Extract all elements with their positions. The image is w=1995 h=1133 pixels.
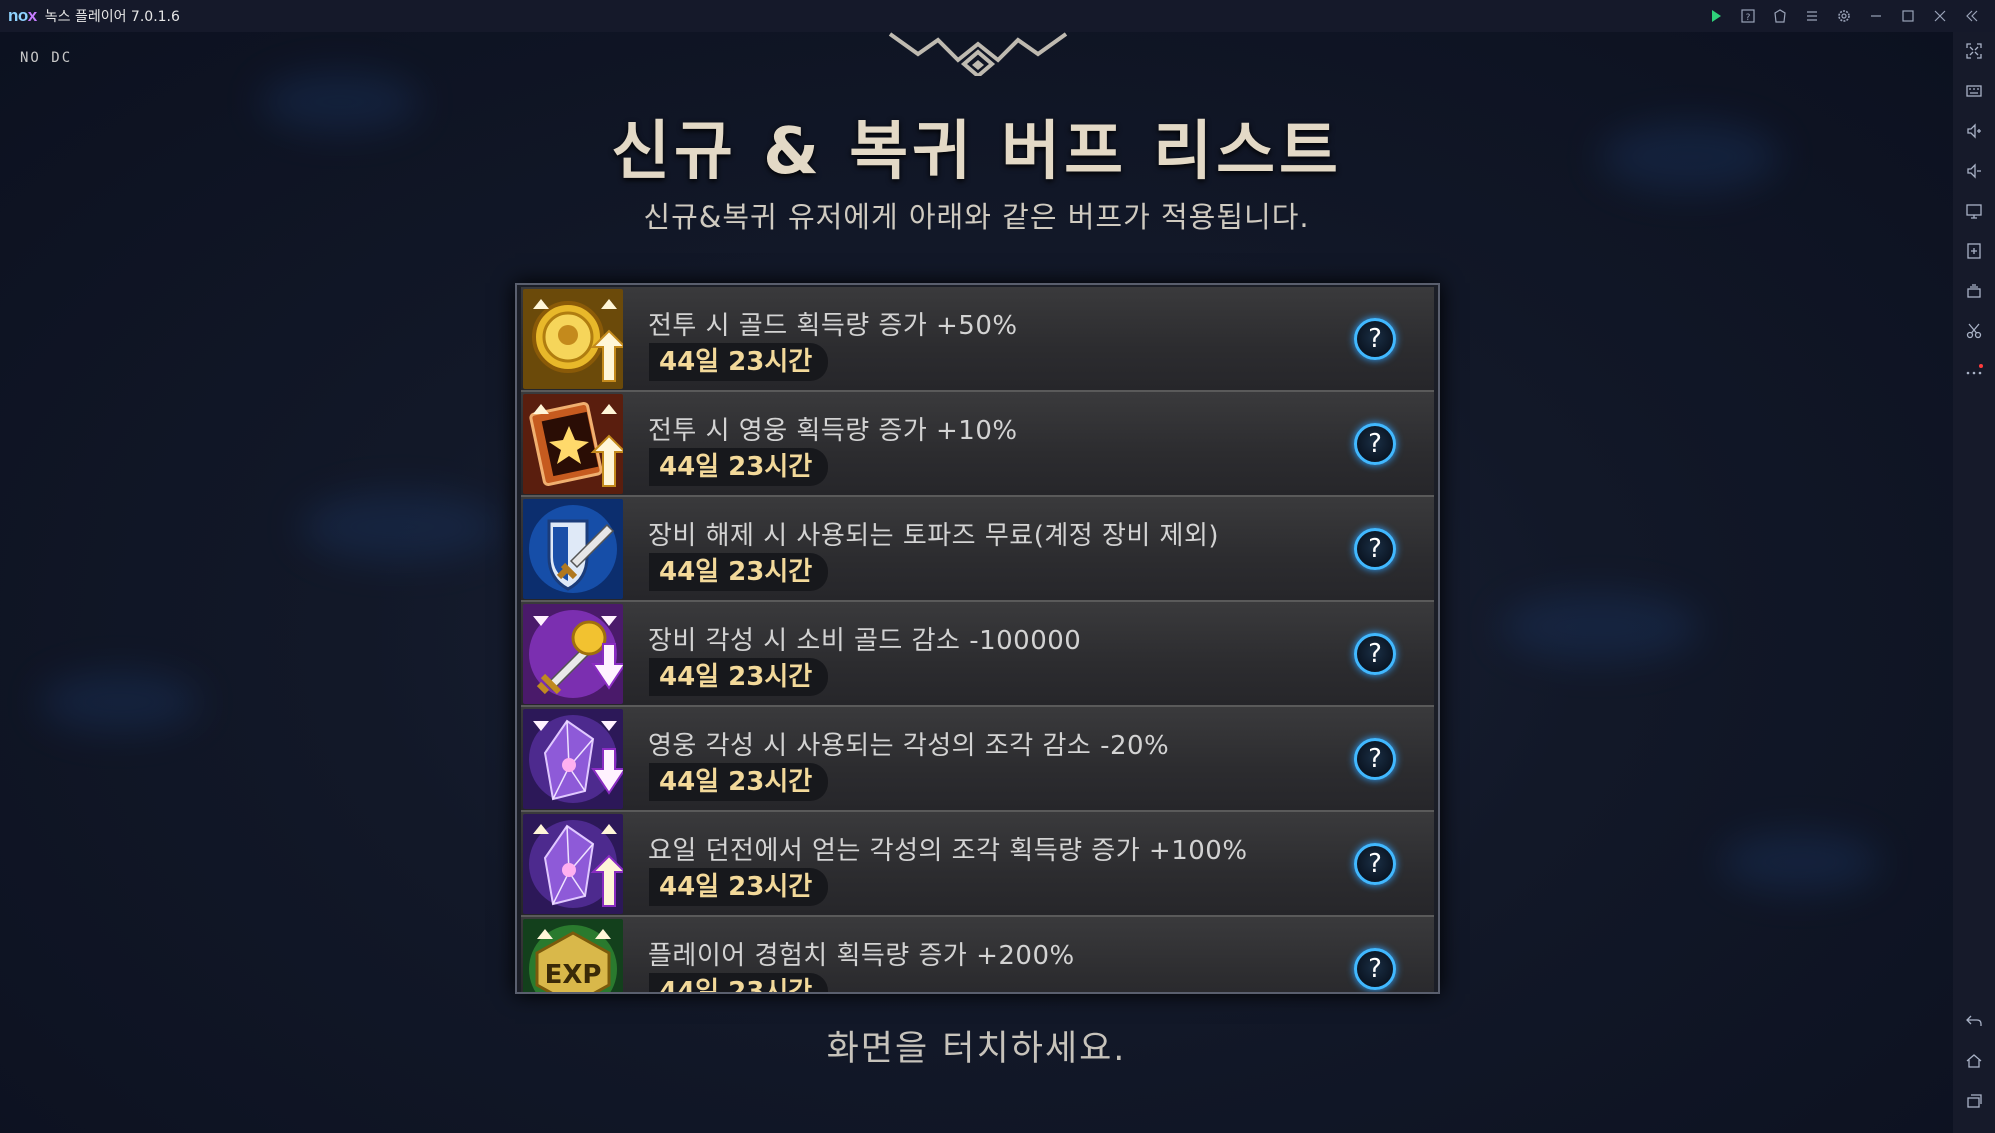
help-button[interactable]: ? (1354, 948, 1396, 990)
multi-instance-icon[interactable] (1964, 281, 1984, 301)
back-icon[interactable] (1964, 1011, 1984, 1031)
buff-timer: 44일 23시간 (649, 973, 829, 992)
screen-icon[interactable] (1964, 201, 1984, 221)
help-button[interactable]: ? (1354, 318, 1396, 360)
buff-description: 영웅 각성 시 사용되는 각성의 조각 감소 -20% (648, 731, 1170, 761)
add-apk-icon[interactable] (1964, 241, 1984, 261)
buff-description: 전투 시 골드 획득량 증가 +50% (648, 311, 1018, 341)
home-icon[interactable] (1964, 1051, 1984, 1071)
background-glow (40, 672, 200, 732)
play-icon[interactable] (1707, 7, 1725, 25)
help-icon[interactable]: ? (1739, 7, 1757, 25)
menu-icon[interactable] (1803, 7, 1821, 25)
settings-icon[interactable] (1835, 7, 1853, 25)
volume-down-icon[interactable] (1964, 161, 1984, 181)
keyboard-icon[interactable] (1964, 81, 1984, 101)
background-glow (1720, 832, 1880, 892)
fullscreen-icon[interactable] (1964, 41, 1984, 61)
shield-sword-icon (523, 499, 623, 599)
hero-card-up-icon (523, 394, 623, 494)
crystal-down-icon (523, 709, 623, 809)
buff-row: 요일 던전에서 얻는 각성의 조각 획득량 증가 +100% 44일 23시간 … (521, 812, 1434, 917)
background-glow (300, 492, 500, 562)
help-button[interactable]: ? (1354, 423, 1396, 465)
buff-description: 장비 해제 시 사용되는 토파즈 무료(계정 장비 제외) (648, 521, 1220, 551)
ornament-icon (888, 32, 1068, 76)
sword-coin-down-icon (523, 604, 623, 704)
minimize-icon[interactable] (1867, 7, 1885, 25)
help-button[interactable]: ? (1354, 738, 1396, 780)
svg-text:EXP: EXP (545, 960, 602, 990)
buff-row: EXP 플레이어 경험치 획득량 증가 +200% 44일 23시간 ? (521, 917, 1434, 992)
window-title-bar: nox 녹스 플레이어 7.0.1.6 ? (0, 0, 1995, 32)
page-subtitle: 신규&복귀 유저에게 아래와 같은 버프가 적용됩니다. (643, 200, 1310, 234)
corner-label: NO DC (20, 50, 73, 66)
crystal-up-icon (523, 814, 623, 914)
buff-list: 전투 시 골드 획득량 증가 +50% 44일 23시간 ? 전투 시 영웅 획… (521, 287, 1434, 992)
close-icon[interactable] (1931, 7, 1949, 25)
gold-coin-up-icon (523, 289, 623, 389)
game-screen[interactable]: NO DC 신규 & 복귀 버프 리스트 신규&복귀 유저에게 아래와 같은 버… (0, 32, 1953, 1133)
buff-row: 장비 해제 시 사용되는 토파즈 무료(계정 장비 제외) 44일 23시간 ? (521, 497, 1434, 602)
buff-row: 전투 시 골드 획득량 증가 +50% 44일 23시간 ? (521, 287, 1434, 392)
buff-timer: 44일 23시간 (649, 658, 829, 696)
exp-up-icon: EXP (523, 919, 623, 992)
emulator-sidebar (1953, 32, 1995, 1133)
buff-timer: 44일 23시간 (649, 343, 829, 381)
buff-row: 장비 각성 시 소비 골드 감소 -100000 44일 23시간 ? (521, 602, 1434, 707)
nox-logo: nox (8, 6, 37, 25)
buff-row: 전투 시 영웅 획득량 증가 +10% 44일 23시간 ? (521, 392, 1434, 497)
svg-text:?: ? (1746, 13, 1751, 23)
more-icon[interactable] (1964, 361, 1984, 381)
maximize-icon[interactable] (1899, 7, 1917, 25)
help-button[interactable]: ? (1354, 528, 1396, 570)
buff-timer: 44일 23시간 (649, 553, 829, 591)
window-title: 녹스 플레이어 7.0.1.6 (44, 9, 180, 25)
buff-timer: 44일 23시간 (649, 448, 829, 486)
buff-timer: 44일 23시간 (649, 868, 829, 906)
skin-icon[interactable] (1771, 7, 1789, 25)
buff-timer: 44일 23시간 (649, 763, 829, 801)
page-title: 신규 & 복귀 버프 리스트 (611, 115, 1342, 189)
buff-description: 장비 각성 시 소비 골드 감소 -100000 (648, 626, 1082, 656)
buff-description: 요일 던전에서 얻는 각성의 조각 획득량 증가 +100% (648, 836, 1248, 866)
buff-row: 영웅 각성 시 사용되는 각성의 조각 감소 -20% 44일 23시간 ? (521, 707, 1434, 812)
touch-prompt[interactable]: 화면을 터치하세요. (0, 1020, 1953, 1071)
volume-up-icon[interactable] (1964, 121, 1984, 141)
buff-description: 플레이어 경험치 획득량 증가 +200% (648, 941, 1075, 971)
buff-list-panel[interactable]: 전투 시 골드 획득량 증가 +50% 44일 23시간 ? 전투 시 영웅 획… (515, 283, 1440, 994)
help-button[interactable]: ? (1354, 843, 1396, 885)
recent-apps-icon[interactable] (1964, 1091, 1984, 1111)
background-glow (1500, 592, 1700, 662)
help-button[interactable]: ? (1354, 633, 1396, 675)
collapse-icon[interactable] (1963, 7, 1981, 25)
buff-description: 전투 시 영웅 획득량 증가 +10% (648, 416, 1018, 446)
screenshot-scissors-icon[interactable] (1964, 321, 1984, 341)
